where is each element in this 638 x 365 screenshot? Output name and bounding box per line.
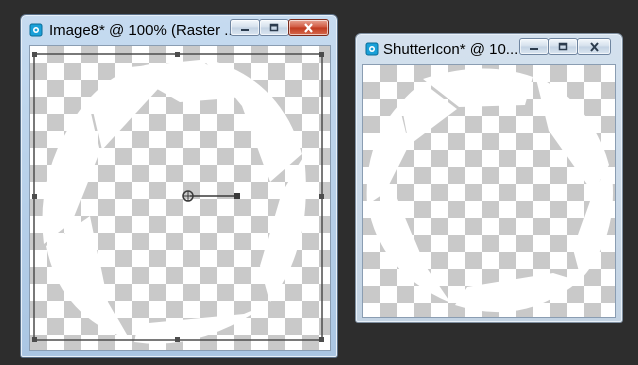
handle-top-left[interactable]	[32, 52, 37, 57]
rotation-pivot-icon	[182, 190, 194, 202]
shuttericon-window[interactable]: ShutterIcon* @ 10...	[355, 33, 623, 323]
minimize-icon	[241, 28, 249, 31]
image8-title: Image8* @ 100% (Raster ...	[49, 22, 237, 39]
shuttericon-titlebar[interactable]: ShutterIcon* @ 10...	[356, 34, 622, 64]
psp-image-icon	[29, 23, 43, 37]
handle-right[interactable]	[319, 194, 324, 199]
handle-left[interactable]	[32, 194, 37, 199]
close-button[interactable]	[577, 38, 611, 55]
shuttericon-canvas[interactable]	[362, 64, 616, 318]
restore-icon	[269, 23, 279, 32]
restore-icon	[558, 42, 568, 51]
close-button[interactable]	[288, 19, 329, 36]
handle-top[interactable]	[175, 52, 180, 57]
shuttericon-title: ShutterIcon* @ 10...	[383, 41, 518, 58]
restore-button[interactable]	[548, 38, 578, 55]
image8-window[interactable]: Image8* @ 100% (Raster ...	[20, 14, 338, 358]
close-icon	[589, 41, 599, 52]
minimize-button[interactable]	[519, 38, 549, 55]
image8-titlebar[interactable]: Image8* @ 100% (Raster ...	[21, 15, 337, 45]
shutter-shape	[366, 68, 613, 313]
shuttericon-window-controls	[519, 38, 611, 56]
shutter-shape	[33, 53, 323, 344]
psp-image-icon	[365, 42, 379, 56]
image8-window-controls	[230, 19, 329, 37]
handle-bottom-right[interactable]	[319, 337, 324, 342]
handle-top-right[interactable]	[319, 52, 324, 57]
minimize-button[interactable]	[230, 19, 260, 36]
minimize-icon	[530, 47, 538, 50]
image8-canvas[interactable]	[29, 45, 331, 351]
handle-bottom-left[interactable]	[32, 337, 37, 342]
restore-button[interactable]	[259, 19, 289, 36]
close-icon	[304, 22, 313, 33]
handle-bottom[interactable]	[175, 337, 180, 342]
